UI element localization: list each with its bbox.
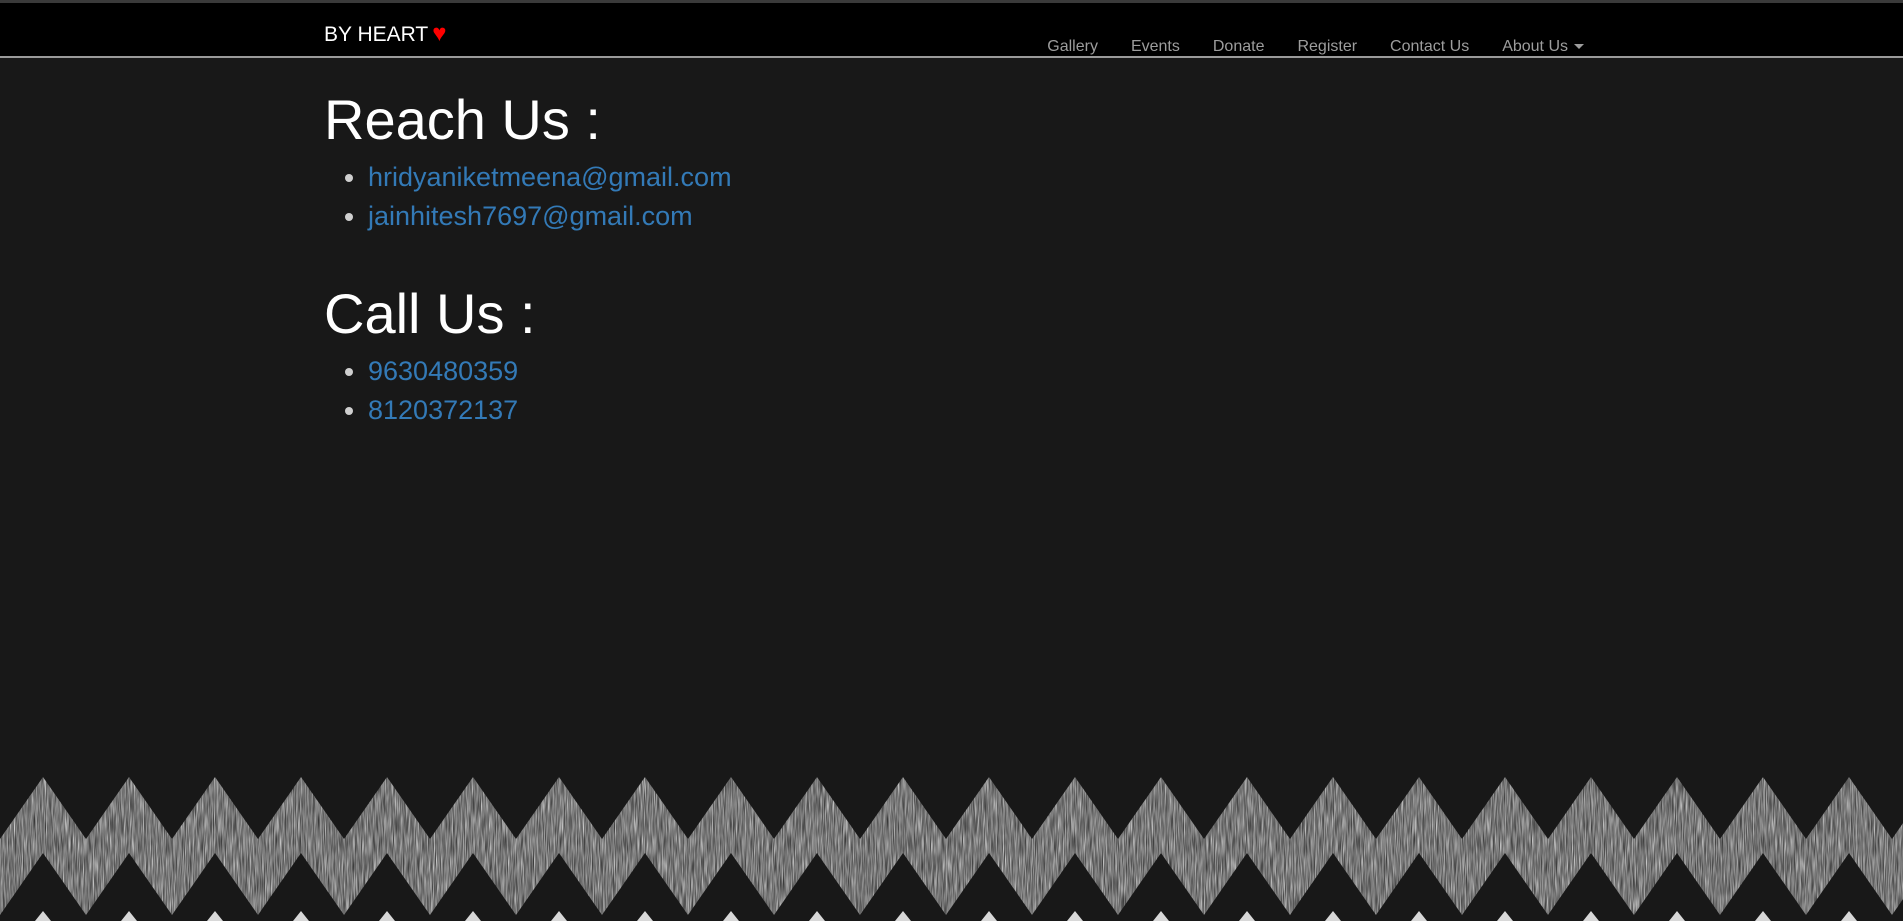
email-link-2[interactable]: jainhitesh7697@gmail.com [368, 201, 693, 231]
heart-icon: ♥ [432, 20, 447, 47]
phone-link-1[interactable]: 9630480359 [368, 356, 518, 386]
list-item: 9630480359 [368, 352, 732, 391]
nav-contact-us[interactable]: Contact Us [1390, 38, 1469, 55]
about-us-label: About Us [1502, 38, 1568, 55]
nav-gallery[interactable]: Gallery [1047, 38, 1098, 55]
phone-list: 9630480359 8120372137 [324, 352, 732, 430]
email-list: hridyaniketmeena@gmail.com jainhitesh769… [324, 158, 732, 236]
call-us-heading: Call Us : [324, 282, 536, 345]
list-item: jainhitesh7697@gmail.com [368, 197, 732, 236]
list-item: hridyaniketmeena@gmail.com [368, 158, 732, 197]
main-content: Reach Us : hridyaniketmeena@gmail.com ja… [324, 88, 732, 430]
nav-menu: Gallery Events Donate Register Contact U… [1014, 23, 1584, 62]
nav-donate[interactable]: Donate [1213, 38, 1265, 55]
navbar: BY HEART ♥ Gallery Events Donate Register… [0, 3, 1903, 58]
caret-down-icon [1574, 44, 1584, 50]
nav-register[interactable]: Register [1297, 38, 1357, 55]
nav-about-us-dropdown[interactable]: About Us [1502, 38, 1584, 55]
zigzag-decoration [0, 777, 1903, 921]
list-item: 8120372137 [368, 391, 732, 430]
brand-link[interactable]: BY HEART ♥ [324, 20, 447, 49]
brand-label: BY HEART [324, 23, 429, 46]
email-link-1[interactable]: hridyaniketmeena@gmail.com [368, 162, 732, 192]
reach-us-heading: Reach Us : [324, 88, 601, 151]
phone-link-2[interactable]: 8120372137 [368, 395, 518, 425]
nav-events[interactable]: Events [1131, 38, 1180, 55]
